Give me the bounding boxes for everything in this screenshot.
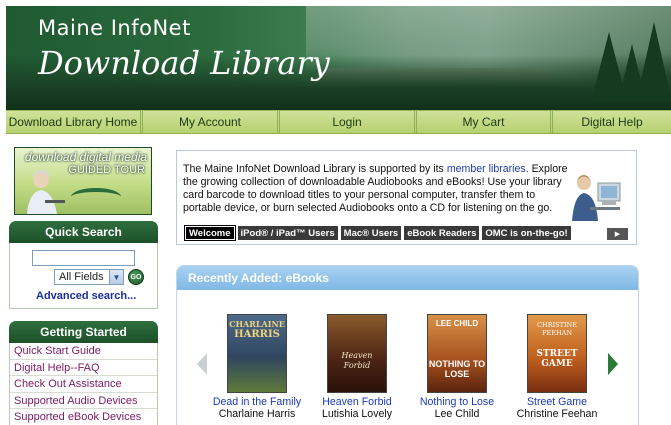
book-author: Christine Feehan (516, 408, 598, 420)
link-check-out-assistance[interactable]: Check Out Assistance (10, 376, 157, 393)
quick-search-heading: Quick Search (9, 221, 158, 243)
nav-login[interactable]: Login (280, 111, 417, 133)
search-go-button[interactable]: GO (128, 269, 144, 285)
book-cover-text: HARRIS (234, 329, 280, 340)
book-item[interactable]: LEE CHILD NOTHING TO LOSE Nothing to Los… (407, 314, 507, 420)
book-author: Lutishia Lovely (321, 408, 393, 420)
book-cover-text: CHRISTINE FEEHAN (537, 321, 577, 337)
recently-added-panel: Recently Added: eBooks CHARLAINE HARRIS … (176, 265, 639, 425)
book-title-link[interactable]: Street Game (507, 396, 607, 408)
tree-image (636, 22, 671, 102)
book-title-link[interactable]: Nothing to Lose (407, 396, 507, 408)
link-supported-ebook-devices[interactable]: Supported eBook Devices (10, 409, 157, 425)
search-field-select[interactable]: All Fields ▼ (54, 269, 124, 285)
getting-started-heading: Getting Started (9, 321, 158, 343)
book-cover-image[interactable]: CHRISTINE FEEHAN STREET GAME (527, 314, 587, 393)
play-icon[interactable]: ▶ (607, 228, 628, 240)
quick-search-panel: All Fields ▼ GO Advanced search... (9, 243, 158, 309)
link-supported-audio-devices[interactable]: Supported Audio Devices (10, 393, 157, 410)
link-digital-help-faq[interactable]: Digital Help--FAQ (10, 360, 157, 377)
welcome-text-part: The Maine InfoNet Download Library is su… (183, 163, 447, 175)
book-cover-image[interactable]: CHARLAINE HARRIS (227, 314, 287, 393)
guided-tour-banner[interactable]: download digital media GUIDED TOUR (14, 147, 152, 215)
nav-digital-help[interactable]: Digital Help (553, 111, 671, 133)
search-input[interactable] (32, 250, 135, 266)
book-author: Lee Child (434, 408, 480, 420)
book-cover-text: Heaven (341, 351, 373, 360)
recently-added-heading: Recently Added: eBooks (177, 266, 638, 290)
tour-line2: GUIDED TOUR (68, 164, 145, 176)
tab-omc-on-the-go[interactable]: OMC is on-the-go! (482, 226, 571, 240)
tab-ebook-readers[interactable]: eBook Readers (404, 226, 480, 240)
book-title-link[interactable]: Heaven Forbid (307, 396, 407, 408)
tab-mac-users[interactable]: Mac® Users (340, 226, 402, 240)
swoosh-graphic (71, 188, 121, 206)
search-field-value: All Fields (59, 271, 104, 283)
tour-line1: download digital media (24, 150, 147, 164)
book-cover-text: Forbid (343, 361, 371, 370)
book-cover-text: CHARLAINE (229, 319, 285, 329)
nav-my-account[interactable]: My Account (143, 111, 280, 133)
book-item[interactable]: Heaven Forbid Heaven Forbid Lutishia Lov… (307, 314, 407, 420)
welcome-text: The Maine InfoNet Download Library is su… (183, 163, 568, 215)
book-cover-text: LEE CHILD (435, 319, 479, 328)
info-tabs: Welcome iPod® / iPad™ Users Mac® Users e… (184, 225, 571, 241)
main-nav: Download Library Home My Account Login M… (6, 110, 671, 134)
carousel-next-arrow-icon[interactable] (608, 353, 618, 375)
member-libraries-link[interactable]: member libraries (447, 163, 526, 175)
book-cover-image[interactable]: LEE CHILD NOTHING TO LOSE (427, 314, 487, 393)
book-title-link[interactable]: Dead in the Family (207, 396, 307, 408)
book-cover-text: NOTHING TO LOSE (428, 359, 486, 379)
person-at-computer-image (572, 175, 621, 221)
header-banner: Maine InfoNet Download Library (6, 6, 671, 110)
carousel-prev-arrow-icon[interactable] (197, 353, 207, 375)
getting-started-list: Quick Start Guide Digital Help--FAQ Chec… (9, 343, 158, 425)
tab-welcome[interactable]: Welcome (184, 225, 236, 241)
chevron-down-icon: ▼ (109, 270, 123, 284)
site-subtitle: Download Library (38, 44, 330, 82)
book-item[interactable]: CHRISTINE FEEHAN STREET GAME Street Game… (507, 314, 607, 420)
book-cover-image[interactable]: Heaven Forbid (327, 314, 387, 393)
advanced-search-link[interactable]: Advanced search... (36, 290, 136, 302)
book-cover-text: STREET GAME (536, 349, 578, 369)
site-title: Maine InfoNet (38, 16, 191, 40)
book-item[interactable]: CHARLAINE HARRIS Dead in the Family Char… (207, 314, 307, 420)
book-author: Charlaine Harris (218, 408, 296, 420)
person-with-laptop-image (27, 170, 65, 214)
link-quick-start-guide[interactable]: Quick Start Guide (10, 343, 157, 360)
nav-download-library-home[interactable]: Download Library Home (6, 111, 143, 133)
tab-ipod-ipad-users[interactable]: iPod® / iPad™ Users (237, 226, 338, 240)
nav-my-cart[interactable]: My Cart (417, 111, 553, 133)
welcome-info-box: The Maine InfoNet Download Library is su… (176, 150, 637, 245)
